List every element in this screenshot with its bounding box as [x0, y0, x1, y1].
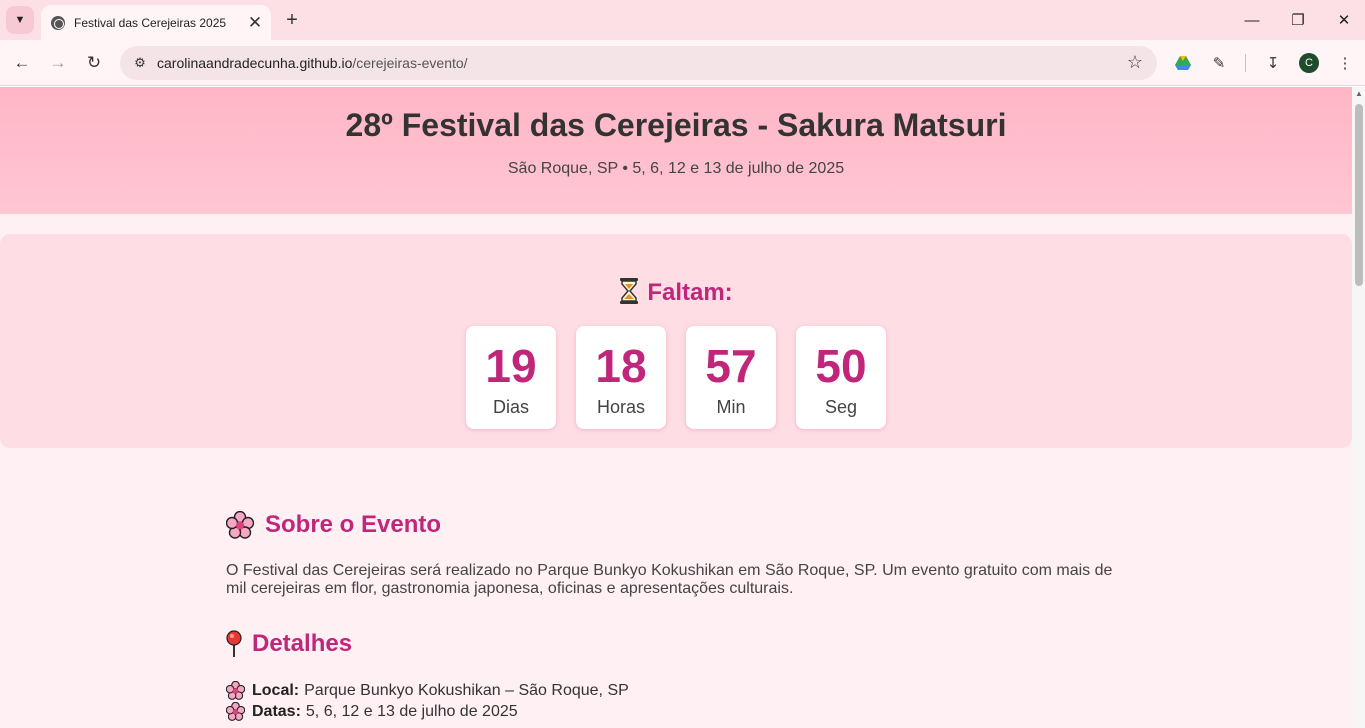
- countdown-unit: Min: [716, 397, 746, 417]
- detail-item-datas: Datas: 5, 6, 12 e 13 de julho de 2025: [226, 702, 518, 721]
- countdown-value: 57: [705, 340, 757, 392]
- extensions-icon[interactable]: ✎: [1206, 50, 1232, 76]
- url-domain: carolinaandradecunha.github.io: [157, 55, 353, 71]
- new-tab-button[interactable]: +: [280, 8, 304, 32]
- url-text[interactable]: carolinaandradecunha.github.io/cerejeira…: [157, 55, 468, 71]
- countdown-value: 18: [595, 340, 647, 392]
- cherry-blossom-icon: [226, 511, 254, 539]
- close-window-button[interactable]: ✕: [1332, 8, 1356, 32]
- forward-button[interactable]: →: [45, 50, 71, 76]
- star-icon[interactable]: ☆: [1127, 52, 1143, 73]
- toolbar-divider: [1245, 54, 1246, 72]
- tab-strip: ▼ Festival das Cerejeiras 2025 ✕ + — ❐ ✕: [0, 0, 1365, 40]
- page-subtitle: São Roque, SP • 5, 6, 12 e 13 de julho d…: [507, 160, 845, 177]
- browser-toolbar: ← → ↻ ⚙ carolinaandradecunha.github.io/c…: [0, 40, 1365, 86]
- detail-value: 5, 6, 12 e 13 de julho de 2025: [305, 702, 518, 720]
- reload-icon: ↻: [86, 53, 102, 72]
- countdown-value: 19: [485, 340, 537, 392]
- pushpin-icon: [226, 630, 242, 657]
- countdown-unit: Horas: [596, 397, 645, 417]
- countdown-hours: 18 Horas: [576, 326, 666, 429]
- drive-icon[interactable]: [1170, 50, 1196, 76]
- scroll-up-icon[interactable]: ▲: [1355, 90, 1363, 98]
- address-bar[interactable]: ⚙ carolinaandradecunha.github.io/cerejei…: [120, 46, 1157, 80]
- countdown-value: 50: [815, 340, 867, 392]
- detail-label: Local:: [252, 681, 300, 699]
- about-heading: Sobre o Evento: [226, 511, 441, 539]
- tab-title: Festival das Cerejeiras 2025: [74, 15, 227, 30]
- countdown-unit: Dias: [492, 397, 529, 417]
- countdown-label: Faltam:: [647, 279, 733, 306]
- page-scrollbar[interactable]: ▲: [1352, 87, 1365, 728]
- back-icon: ←: [13, 53, 31, 72]
- menu-icon[interactable]: ⋮: [1332, 50, 1358, 76]
- countdown-panel: Faltam: 19 Dias 18 Horas 57 Min 50 Seg: [0, 234, 1352, 448]
- details-heading-text: Detalhes: [252, 630, 353, 657]
- details-heading: Detalhes: [226, 630, 352, 658]
- countdown-title: Faltam:: [0, 278, 1352, 307]
- countdown-days: 19 Dias: [466, 326, 556, 429]
- close-icon[interactable]: ✕: [245, 13, 265, 33]
- cherry-blossom-icon: [226, 702, 245, 721]
- avatar[interactable]: C: [1299, 53, 1319, 73]
- site-info-icon[interactable]: ⚙: [128, 51, 152, 75]
- restore-button[interactable]: ❐: [1286, 8, 1310, 32]
- back-button[interactable]: ←: [9, 50, 35, 76]
- forward-icon: →: [49, 53, 67, 72]
- about-heading-text: Sobre o Evento: [265, 511, 442, 538]
- page-title: 28º Festival das Cerejeiras - Sakura Mat…: [345, 107, 1007, 143]
- reload-button[interactable]: ↻: [81, 50, 107, 76]
- countdown-seconds: 50 Seg: [796, 326, 886, 429]
- hero-header: 28º Festival das Cerejeiras - Sakura Mat…: [0, 87, 1352, 214]
- detail-item-local: Local: Parque Bunkyo Kokushikan – São Roq…: [226, 681, 629, 700]
- hourglass-icon: [620, 278, 639, 304]
- url-path: /cerejeiras-evento/: [352, 55, 468, 71]
- download-icon[interactable]: ↧: [1260, 50, 1286, 76]
- active-tab[interactable]: Festival das Cerejeiras 2025 ✕: [41, 5, 271, 40]
- detail-label: Datas:: [252, 702, 301, 720]
- countdown-unit: Seg: [824, 397, 858, 417]
- plus-icon: +: [286, 8, 298, 31]
- page-viewport: 28º Festival das Cerejeiras - Sakura Mat…: [0, 87, 1352, 728]
- countdown-minutes: 57 Min: [686, 326, 776, 429]
- scrollbar-thumb[interactable]: [1355, 104, 1363, 286]
- cherry-blossom-icon: [226, 681, 245, 700]
- minimize-button[interactable]: —: [1240, 8, 1264, 32]
- globe-icon: [51, 15, 65, 30]
- tab-search-button[interactable]: ▼: [6, 6, 34, 34]
- detail-value: Parque Bunkyo Kokushikan – São Roque, SP: [304, 681, 629, 699]
- about-text: O Festival das Cerejeiras será realizado…: [226, 562, 1113, 597]
- chevron-down-icon: ▼: [14, 14, 26, 26]
